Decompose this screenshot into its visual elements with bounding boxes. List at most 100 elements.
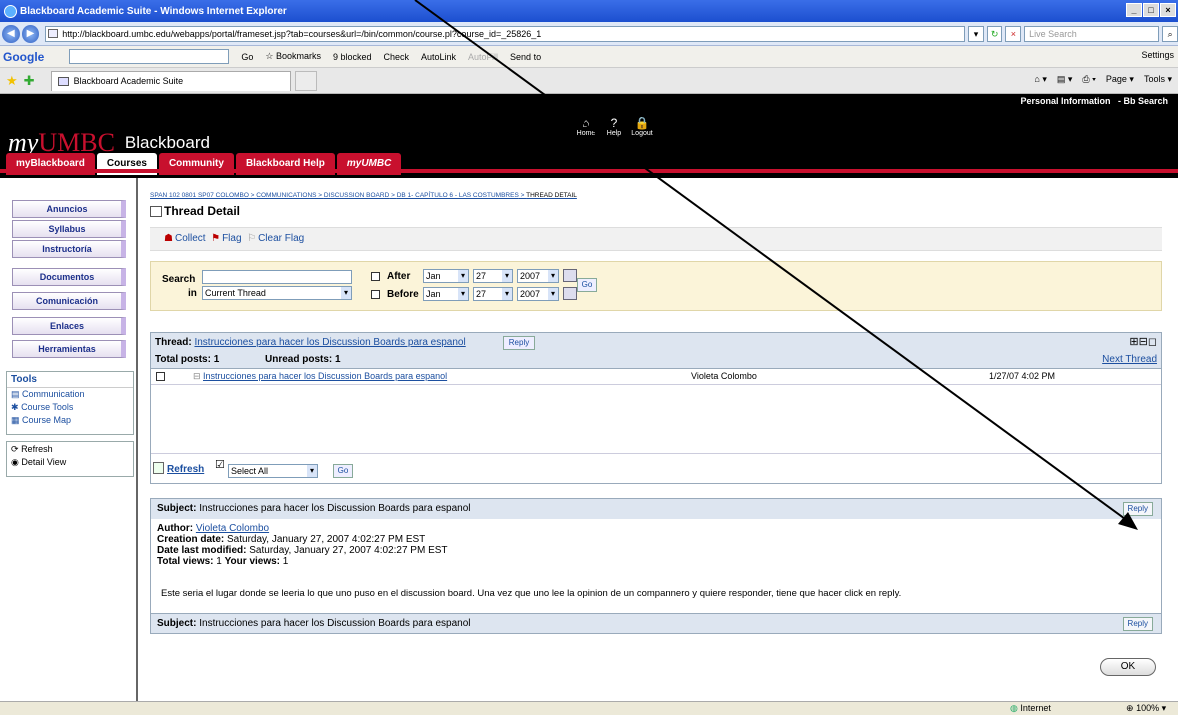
- home-icon[interactable]: ⌂ ▾: [1034, 74, 1046, 85]
- author-link[interactable]: Violeta Colombo: [196, 523, 269, 534]
- toolbar-bookmarks[interactable]: ☆ Bookmarks: [265, 51, 321, 62]
- breadcrumb-current: THREAD DETAIL: [526, 192, 577, 199]
- thread-name-link[interactable]: Instrucciones para hacer los Discussion …: [194, 337, 465, 348]
- before-year-select[interactable]: 2007: [517, 287, 559, 301]
- row-author: Violeta Colombo: [691, 371, 757, 381]
- bb-search-link[interactable]: Bb Search: [1123, 96, 1168, 106]
- toolbar-settings[interactable]: Settings: [1141, 50, 1174, 60]
- browser-tab[interactable]: Blackboard Academic Suite: [50, 70, 291, 91]
- toolbar-autolink[interactable]: AutoLink: [421, 52, 456, 62]
- flag-icon: ⚑: [211, 233, 221, 244]
- minimize-button[interactable]: _: [1126, 3, 1142, 17]
- message-meta: Author: Violeta Colombo Creation date: S…: [157, 523, 448, 567]
- action-bar: ☗ Collect ⚑ Flag ⚐ Clear Flag: [150, 227, 1162, 251]
- after-calendar-icon[interactable]: [563, 269, 577, 282]
- new-tab-button[interactable]: [294, 70, 317, 91]
- print-icon[interactable]: ⎙ ▾: [1082, 74, 1095, 85]
- tool-course-tools[interactable]: ✱ Course Tools: [7, 401, 133, 414]
- menu-documentos[interactable]: Documentos: [12, 268, 126, 286]
- page-menu[interactable]: Page ▾: [1106, 74, 1134, 85]
- menu-instructoria[interactable]: Instructoría: [12, 240, 126, 258]
- search-input[interactable]: [202, 270, 352, 284]
- feeds-icon[interactable]: ▤ ▾: [1057, 74, 1073, 85]
- title-icon: [150, 205, 162, 217]
- after-month-select[interactable]: Jan: [423, 269, 469, 283]
- google-toolbar: Google Go ☆ Bookmarks 9 blocked Check Au…: [0, 46, 1178, 68]
- flag-button[interactable]: ⚑ Flag: [211, 233, 241, 244]
- before-calendar-icon[interactable]: [563, 287, 577, 300]
- forward-button[interactable]: ▶: [21, 24, 40, 43]
- select-all-select[interactable]: Select All: [228, 464, 318, 478]
- clear-flag-icon: ⚐: [247, 233, 257, 244]
- google-search-input[interactable]: [69, 49, 230, 64]
- menu-anuncios[interactable]: Anuncios: [12, 200, 126, 218]
- google-logo[interactable]: Google: [3, 50, 44, 64]
- search-go-button[interactable]: Go: [577, 278, 597, 292]
- before-checkbox[interactable]: [371, 290, 380, 299]
- detail-view-icon: ◉: [11, 457, 19, 467]
- help-link[interactable]: ? Help: [603, 116, 625, 137]
- tree-expand-icon[interactable]: ⊟: [193, 371, 201, 382]
- toolbar-popup-blocker[interactable]: 9 blocked: [333, 52, 372, 62]
- select-all-icon: ☑: [215, 459, 225, 471]
- address-bar[interactable]: http://blackboard.umbc.edu/webapps/porta…: [45, 25, 966, 42]
- breadcrumb-course[interactable]: SPAN 102 0801 SP07 COLOMBO: [150, 192, 249, 199]
- menu-syllabus[interactable]: Syllabus: [12, 220, 126, 238]
- row-subject-link[interactable]: Instrucciones para hacer los Discussion …: [203, 371, 447, 381]
- ie-icon: [4, 4, 17, 18]
- refresh-link[interactable]: Refresh: [167, 464, 204, 475]
- tool-communication[interactable]: ▤ Communication: [7, 388, 133, 401]
- logout-link[interactable]: 🔒 Logout: [631, 116, 653, 137]
- tools-menu[interactable]: Tools ▾: [1144, 74, 1172, 85]
- add-favorites-icon[interactable]: ✚: [24, 73, 35, 89]
- page-menu-label: Page: [1105, 74, 1127, 84]
- thread-go-button[interactable]: Go: [333, 464, 353, 478]
- expand-collapse-icons[interactable]: ⊞⊟◻: [1129, 335, 1157, 348]
- message-reply-button-bottom[interactable]: Reply: [1122, 617, 1153, 631]
- row-checkbox[interactable]: [156, 372, 165, 381]
- sidebar-refresh[interactable]: ⟳ Refresh: [11, 444, 129, 455]
- subject-bar-bottom: Subject: Instrucciones para hacer los Di…: [151, 613, 1161, 633]
- menu-comunicacion[interactable]: Comunicación: [12, 292, 126, 310]
- zoom-level[interactable]: ⊕ 100% ▾: [1126, 703, 1166, 714]
- close-button[interactable]: ×: [1160, 3, 1176, 17]
- thread-reply-button[interactable]: Reply: [503, 336, 535, 350]
- breadcrumb-forum[interactable]: DB 1- CAPÍTULO 6 - LAS COSTUMBRES: [397, 192, 519, 199]
- menu-enlaces[interactable]: Enlaces: [12, 317, 126, 335]
- menu-herramientas[interactable]: Herramientas: [12, 340, 126, 358]
- toolbar-check[interactable]: Check: [383, 52, 409, 62]
- search-scope-select[interactable]: Current Thread: [202, 286, 352, 300]
- refresh-page-button[interactable]: ↻: [986, 25, 1003, 42]
- after-checkbox[interactable]: [371, 272, 380, 281]
- ok-button[interactable]: OK: [1100, 658, 1156, 676]
- live-search-input[interactable]: Live Search: [1024, 25, 1160, 42]
- favorites-star-icon[interactable]: ★: [6, 73, 18, 89]
- stop-button[interactable]: ×: [1005, 25, 1022, 42]
- after-year-select[interactable]: 2007: [517, 269, 559, 283]
- personal-information-link[interactable]: Personal Information: [1020, 96, 1110, 106]
- maximize-button[interactable]: □: [1143, 3, 1159, 17]
- breadcrumb-communications[interactable]: COMMUNICATIONS: [256, 192, 316, 199]
- breadcrumb-discussion-board[interactable]: DISCUSSION BOARD: [324, 192, 389, 199]
- collect-button[interactable]: ☗ Collect: [164, 233, 206, 244]
- in-label: in: [188, 288, 197, 299]
- next-thread-link[interactable]: Next Thread: [1102, 354, 1157, 365]
- before-day-select[interactable]: 27: [473, 287, 513, 301]
- address-dropdown-button[interactable]: ▾: [968, 25, 984, 42]
- back-button[interactable]: ◀: [2, 24, 20, 43]
- thread-label: Thread:: [155, 337, 192, 348]
- top-links: Personal Information - Bb Search: [1020, 96, 1168, 106]
- toolbar-autofill[interactable]: AutoFill: [468, 52, 498, 62]
- toolbar-send-to[interactable]: Send to: [510, 52, 541, 62]
- home-link[interactable]: ⌂ Home: [575, 116, 597, 137]
- before-month-select[interactable]: Jan: [423, 287, 469, 301]
- toolbar-go-button[interactable]: Go: [241, 52, 253, 62]
- after-day-select[interactable]: 27: [473, 269, 513, 283]
- search-icon[interactable]: ⌕: [1162, 25, 1178, 42]
- table-row[interactable]: ⊟ Instrucciones para hacer los Discussio…: [151, 369, 1161, 385]
- tool-course-map[interactable]: ▦ Course Map: [7, 414, 133, 427]
- page-icon: [48, 28, 59, 38]
- clear-flag-button[interactable]: ⚐ Clear Flag: [247, 233, 304, 244]
- message-reply-button[interactable]: Reply: [1122, 502, 1153, 516]
- sidebar-detail-view[interactable]: ◉ Detail View: [11, 457, 129, 468]
